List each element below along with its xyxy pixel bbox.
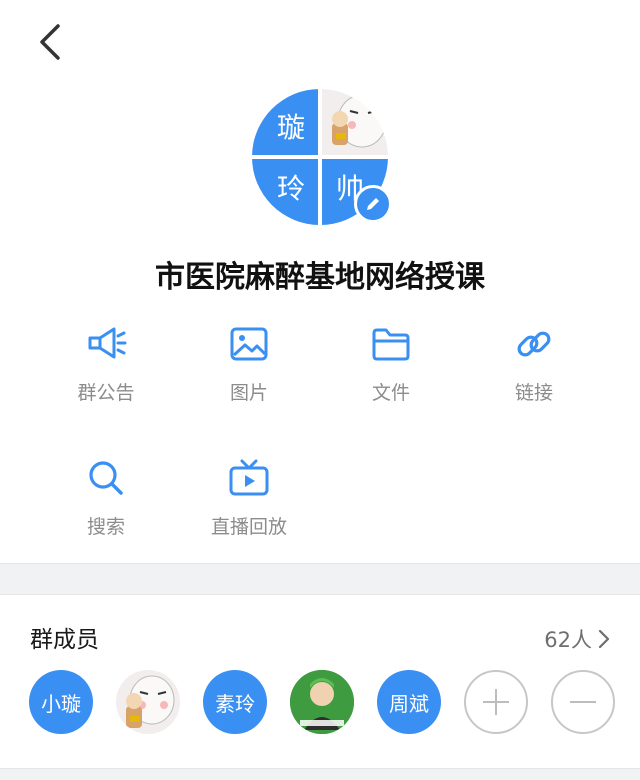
feature-announcement[interactable]: 群公告 [35, 322, 177, 405]
back-button[interactable] [30, 20, 70, 64]
search-icon [89, 461, 123, 495]
chevron-right-icon [598, 629, 610, 649]
members-count: 62人 [544, 628, 592, 652]
feature-search[interactable]: 搜索 [35, 456, 177, 539]
member-name: 小璇 [41, 691, 81, 716]
member-avatar[interactable]: 周斌 [377, 670, 441, 734]
feature-label: 搜索 [86, 516, 125, 538]
member-avatar[interactable] [116, 670, 180, 734]
feature-files[interactable]: 文件 [320, 322, 462, 405]
member-name: 周斌 [389, 691, 429, 716]
avatar-tile-1: 璇 [252, 89, 318, 155]
members-title: 群成员 [30, 627, 99, 653]
members-count-link[interactable]: 62人 [544, 624, 610, 654]
edit-avatar-button[interactable] [354, 185, 392, 223]
member-avatar[interactable] [290, 670, 354, 734]
add-member-button[interactable] [464, 670, 528, 734]
pencil-icon [367, 198, 379, 210]
group-name: 市医院麻醉基地网络授课 [155, 260, 485, 295]
avatar-tile-2: 玲 [252, 159, 318, 225]
feature-label: 群公告 [77, 382, 135, 404]
feature-label: 直播回放 [210, 516, 287, 538]
member-avatar[interactable]: 小璇 [29, 670, 93, 734]
member-avatar[interactable]: 素玲 [203, 670, 267, 734]
plus-icon [483, 689, 509, 715]
folder-icon [372, 328, 410, 361]
cartoon-avatar-tile [322, 89, 388, 155]
megaphone-icon [88, 327, 127, 359]
bottom-divider [0, 768, 640, 780]
green-photo-avatar-icon [290, 670, 354, 734]
feature-images[interactable]: 图片 [178, 322, 320, 405]
feature-label: 链接 [514, 382, 553, 404]
remove-member-button[interactable] [551, 670, 615, 734]
image-icon [230, 327, 268, 361]
tv-play-icon [229, 459, 269, 496]
link-icon [517, 331, 551, 357]
section-divider [0, 563, 640, 595]
feature-live-replay[interactable]: 直播回放 [178, 456, 320, 539]
chevron-left-icon [40, 24, 60, 60]
group-avatar[interactable]: 璇 玲 帅 [252, 89, 392, 225]
feature-label: 图片 [229, 382, 268, 404]
member-name: 素玲 [215, 691, 255, 716]
cartoon-avatar-icon [126, 675, 175, 728]
feature-links[interactable]: 链接 [463, 322, 605, 405]
feature-label: 文件 [371, 382, 410, 404]
minus-icon [570, 701, 596, 703]
